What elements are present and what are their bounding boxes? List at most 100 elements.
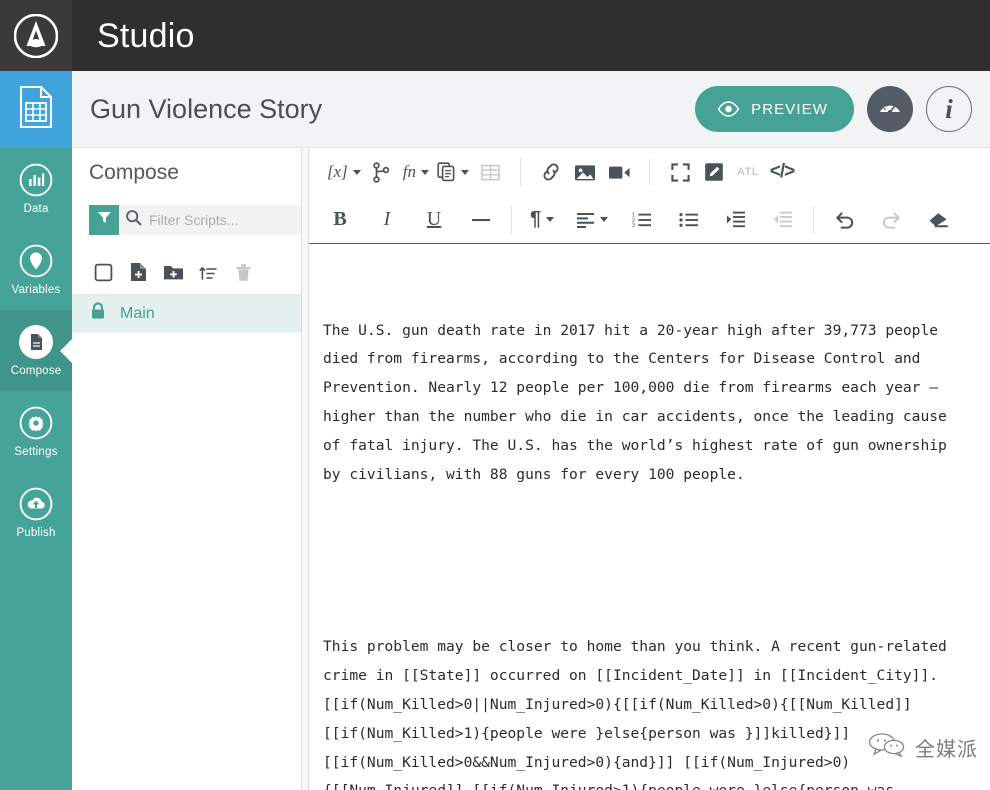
align-left-icon	[576, 212, 595, 228]
top-bar: Studio	[0, 0, 990, 71]
editor-pane: [x] fn ATL </> B I U ¶ 1 2 3 The U.S. gu…	[309, 148, 990, 790]
source-code-button[interactable]: </>	[765, 155, 799, 189]
left-nav-rail: Data Variables Compose Settings Publish	[0, 71, 72, 790]
preview-button[interactable]: PREVIEW	[695, 86, 854, 132]
checkbox-icon	[94, 263, 113, 285]
sidebar-item-label: Settings	[14, 446, 58, 459]
alt-text-icon: ATL	[736, 166, 760, 178]
chevron-down-icon	[600, 217, 608, 222]
lock-icon	[90, 302, 106, 325]
underline-icon: U	[426, 208, 442, 230]
folder-plus-icon	[163, 263, 184, 284]
sidebar-item-compose[interactable]: Compose	[0, 310, 72, 391]
video-button[interactable]	[602, 155, 636, 189]
location-pin-circle-icon	[17, 242, 55, 280]
header-actions: PREVIEW i	[695, 86, 972, 132]
funnel-icon	[96, 209, 113, 231]
branch-button[interactable]	[365, 155, 399, 189]
branch-icon	[372, 161, 391, 183]
script-item-main[interactable]: Main	[72, 295, 301, 332]
sidebar-item-spreadsheet[interactable]	[0, 71, 72, 148]
document-circle-icon	[17, 323, 55, 361]
variable-icon: [x]	[327, 162, 348, 181]
italic-button[interactable]: I	[370, 203, 404, 237]
panel-splitter[interactable]	[301, 148, 309, 790]
select-all-checkbox[interactable]	[88, 259, 118, 289]
sidebar-item-settings[interactable]: Settings	[0, 391, 72, 472]
minus-icon	[471, 217, 491, 223]
filter-toggle-button[interactable]	[89, 205, 119, 235]
toolbar-separator	[511, 205, 512, 234]
sidebar-item-data[interactable]: Data	[0, 148, 72, 229]
horizontal-rule-button[interactable]	[464, 203, 498, 237]
panel-heading: Compose	[89, 161, 179, 184]
unordered-list-button[interactable]	[672, 203, 706, 237]
sidebar-item-variables[interactable]: Variables	[0, 229, 72, 310]
redo-button	[874, 203, 908, 237]
function-icon: fn	[402, 162, 417, 181]
ordered-list-button[interactable]: 1 2 3	[625, 203, 659, 237]
filter-scripts-input[interactable]	[149, 212, 301, 228]
function-dropdown[interactable]: fn	[399, 155, 433, 189]
sidebar-item-label: Publish	[16, 527, 56, 540]
gear-circle-icon	[17, 404, 55, 442]
active-item-pointer	[60, 338, 72, 363]
indent-increase-icon	[726, 211, 746, 228]
image-button[interactable]	[568, 155, 602, 189]
sort-button[interactable]	[193, 259, 223, 289]
spreadsheet-file-icon	[13, 84, 59, 130]
new-folder-button[interactable]	[158, 259, 188, 289]
performance-gauge-button[interactable]	[867, 86, 913, 132]
sidebar-item-publish[interactable]: Publish	[0, 472, 72, 553]
editor-toolbar-row-1: [x] fn ATL </>	[309, 148, 990, 196]
document-paragraph-1: The U.S. gun death rate in 2017 hit a 20…	[323, 321, 956, 483]
underline-button[interactable]: U	[417, 203, 451, 237]
align-dropdown[interactable]	[572, 203, 612, 237]
annotate-button[interactable]	[697, 155, 731, 189]
variable-dropdown[interactable]: [x]	[323, 155, 365, 189]
chevron-down-icon	[421, 169, 430, 175]
pencil-square-icon	[704, 162, 724, 182]
eraser-icon	[928, 211, 949, 229]
clear-format-button[interactable]	[921, 203, 955, 237]
unordered-list-icon	[679, 211, 699, 228]
sidebar-item-label: Data	[23, 203, 49, 216]
arcstudio-logo-icon	[14, 13, 58, 58]
document-paragraph-2: This problem may be closer to home than …	[323, 638, 947, 790]
indent-decrease-icon	[773, 211, 793, 228]
page-header: Gun Violence Story PREVIEW i	[72, 71, 990, 148]
script-item-label: Main	[120, 304, 155, 322]
fullscreen-button[interactable]	[663, 155, 697, 189]
toolbar-separator	[520, 158, 522, 186]
table-icon	[480, 164, 500, 181]
sidebar-item-label: Variables	[11, 284, 61, 297]
paragraph-format-dropdown[interactable]: ¶	[525, 203, 559, 237]
copy-icon	[437, 162, 456, 182]
undo-icon	[834, 210, 855, 229]
info-button[interactable]: i	[926, 86, 972, 132]
document-editor[interactable]: The U.S. gun death rate in 2017 hit a 20…	[309, 244, 990, 790]
bar-chart-circle-icon	[17, 161, 55, 199]
new-script-button[interactable]	[123, 259, 153, 289]
video-icon	[608, 164, 631, 181]
image-icon	[574, 163, 596, 182]
undo-button[interactable]	[827, 203, 861, 237]
editor-toolbar-row-2: B I U ¶ 1 2 3	[309, 196, 990, 244]
chevron-down-icon	[352, 169, 361, 175]
studio-app: Studio Data Variables Compose Settings P…	[0, 0, 990, 790]
fullscreen-icon	[670, 162, 690, 182]
eye-icon	[717, 101, 740, 117]
indent-button[interactable]	[719, 203, 753, 237]
app-logo[interactable]	[0, 0, 72, 71]
pilcrow-icon: ¶	[529, 208, 542, 230]
panel-divider	[72, 332, 301, 333]
trash-icon	[235, 263, 252, 285]
info-icon: i	[945, 93, 953, 124]
toolbar-separator	[649, 158, 651, 186]
bold-button[interactable]: B	[323, 203, 357, 237]
filter-row	[89, 205, 301, 235]
copy-dropdown[interactable]	[433, 155, 473, 189]
link-button[interactable]	[534, 155, 568, 189]
chevron-down-icon	[461, 169, 470, 175]
